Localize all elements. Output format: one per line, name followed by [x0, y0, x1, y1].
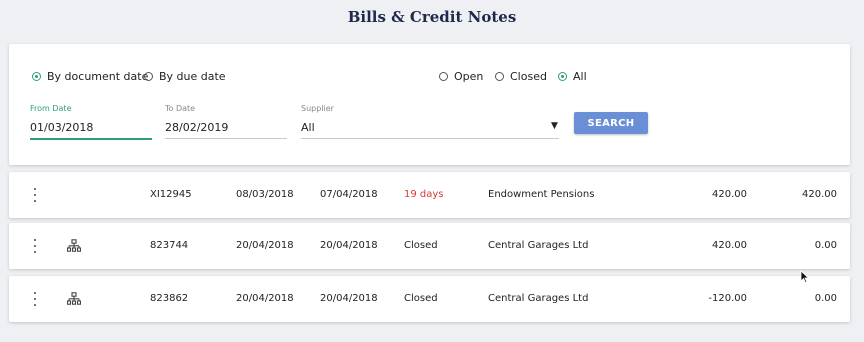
from-date-underline: [30, 138, 152, 140]
from-date-field[interactable]: From Date 01/03/2018: [30, 104, 152, 140]
radio-label: All: [573, 70, 587, 83]
radio-label: Closed: [510, 70, 547, 83]
search-button[interactable]: SEARCH: [574, 112, 648, 134]
radio-label: Open: [454, 70, 484, 83]
row-outstanding: 420.00: [802, 189, 837, 200]
row-document-date: 20/04/2018: [236, 293, 294, 304]
row-reference: 823744: [150, 240, 189, 251]
dropdown-caret-icon[interactable]: ▼: [551, 121, 558, 131]
row-amount: -120.00: [708, 293, 747, 304]
to-date-field[interactable]: To Date 28/02/2019: [165, 104, 287, 139]
radio-status-open[interactable]: Open: [439, 70, 483, 83]
radio-label: By document date: [47, 70, 149, 83]
row-status: Closed: [404, 240, 438, 251]
hierarchy-icon[interactable]: [67, 292, 81, 306]
row-supplier: Central Garages Ltd: [488, 240, 589, 251]
radio-status-closed[interactable]: Closed: [495, 70, 547, 83]
radio-indicator: [439, 72, 448, 81]
table-row[interactable]: 823862 20/04/2018 20/04/2018 Closed Cent…: [9, 276, 850, 322]
kebab-menu-icon[interactable]: [31, 188, 39, 202]
row-status: Closed: [404, 293, 438, 304]
row-reference: XI12945: [150, 189, 192, 200]
radio-indicator: [495, 72, 504, 81]
row-amount: 420.00: [712, 240, 747, 251]
row-supplier: Endowment Pensions: [488, 189, 595, 200]
to-date-underline: [165, 138, 287, 139]
to-date-label: To Date: [165, 104, 196, 113]
kebab-menu-icon[interactable]: [31, 292, 39, 306]
row-reference: 823862: [150, 293, 189, 304]
supplier-label: Supplier: [301, 104, 334, 113]
radio-by-due-date[interactable]: By due date: [144, 70, 226, 83]
row-status: 19 days: [404, 189, 444, 200]
from-date-value: 01/03/2018: [30, 121, 94, 134]
supplier-select[interactable]: Supplier All ▼: [301, 104, 559, 139]
table-row[interactable]: 823744 20/04/2018 20/04/2018 Closed Cent…: [9, 223, 850, 269]
row-document-date: 20/04/2018: [236, 240, 294, 251]
page-title: Bills & Credit Notes: [347, 8, 517, 26]
to-date-value: 28/02/2019: [165, 121, 229, 134]
kebab-menu-icon[interactable]: [31, 239, 39, 253]
row-due-date: 20/04/2018: [320, 293, 378, 304]
row-document-date: 08/03/2018: [236, 189, 294, 200]
radio-by-document-date[interactable]: By document date: [32, 70, 148, 83]
radio-indicator: [144, 72, 153, 81]
radio-indicator: [558, 72, 567, 81]
row-due-date: 20/04/2018: [320, 240, 378, 251]
hierarchy-icon[interactable]: [67, 239, 81, 253]
row-due-date: 07/04/2018: [320, 189, 378, 200]
from-date-label: From Date: [30, 104, 72, 113]
row-outstanding: 0.00: [814, 293, 837, 304]
filter-panel: By document date By due date Open Closed…: [9, 44, 850, 165]
row-amount: 420.00: [712, 189, 747, 200]
mouse-cursor-icon: [800, 270, 810, 284]
row-supplier: Central Garages Ltd: [488, 293, 589, 304]
radio-status-all[interactable]: All: [558, 70, 587, 83]
table-row[interactable]: XI12945 08/03/2018 07/04/2018 19 days En…: [9, 172, 850, 218]
radio-indicator: [32, 72, 41, 81]
radio-label: By due date: [159, 70, 226, 83]
row-outstanding: 0.00: [814, 240, 837, 251]
supplier-underline: [301, 138, 559, 139]
supplier-value: All: [301, 121, 315, 134]
